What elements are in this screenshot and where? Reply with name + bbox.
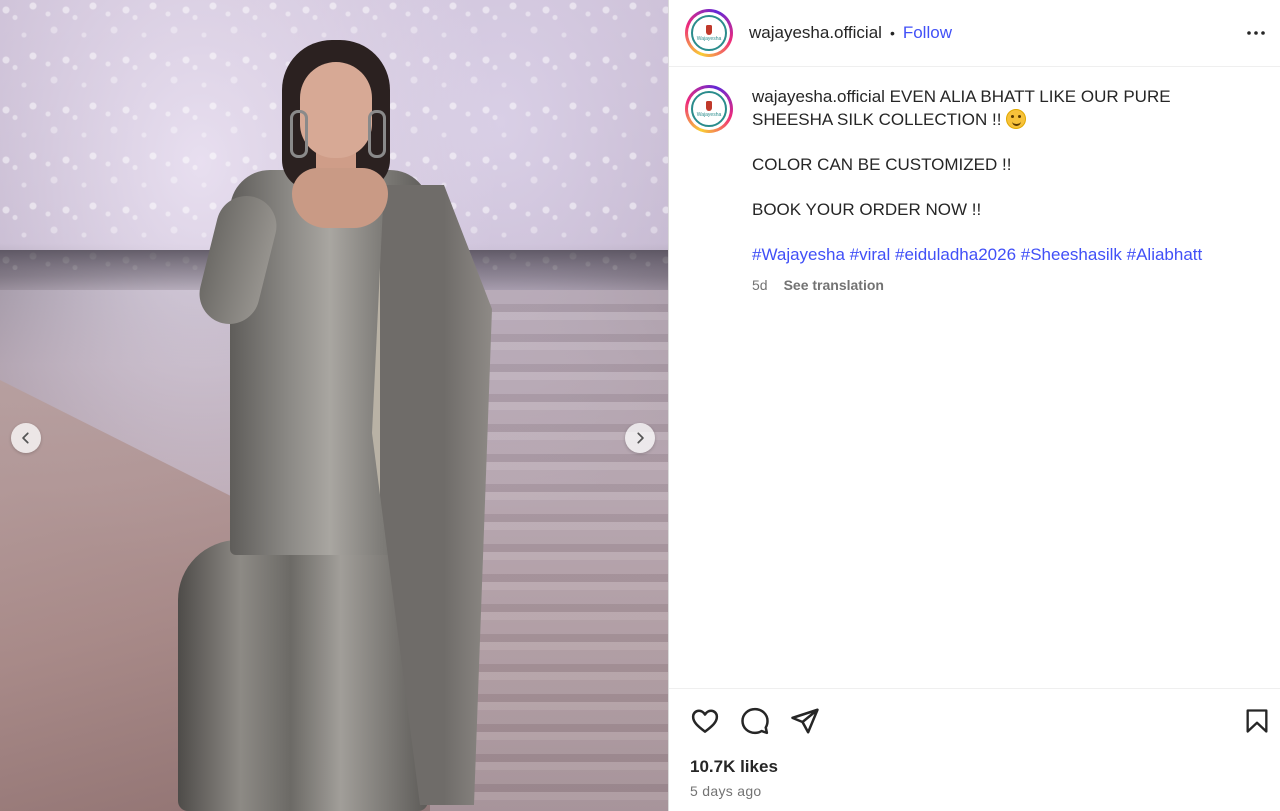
follow-button[interactable]: Follow: [903, 23, 952, 43]
hashtag-link[interactable]: #viral: [850, 245, 891, 264]
caption-line-1: wajayesha.official EVEN ALIA BHATT LIKE …: [752, 85, 1252, 131]
save-button[interactable]: [1241, 705, 1273, 737]
comment-button[interactable]: [739, 705, 771, 737]
heart-hands: [292, 168, 388, 228]
salwar: [178, 540, 428, 811]
chevron-right-icon: [637, 432, 644, 444]
caption-gap: [752, 131, 1252, 153]
logo-text: Wajayesha: [696, 35, 722, 42]
next-slide-button[interactable]: [625, 423, 655, 453]
caption-gap: [752, 221, 1252, 243]
likes-count[interactable]: 10.7K likes: [690, 757, 778, 777]
caption-avatar[interactable]: Wajayesha: [685, 85, 733, 133]
caption-text: wajayesha.official EVEN ALIA BHATT LIKE …: [752, 85, 1252, 297]
post-media[interactable]: [0, 0, 668, 811]
caption-logo-text: Wajayesha: [696, 111, 722, 118]
caption-line-2: COLOR CAN BE CUSTOMIZED !!: [752, 155, 1012, 174]
actions-divider: [669, 688, 1280, 689]
share-button[interactable]: [789, 705, 821, 737]
comment-icon: [741, 707, 769, 735]
caption-username[interactable]: wajayesha.official: [752, 87, 885, 106]
separator-dot: •: [889, 25, 895, 41]
hashtag-link[interactable]: #eiduladha2026: [895, 245, 1016, 264]
earring-left: [290, 110, 308, 158]
hashtag-list: #Wajayesha #viral #eiduladha2026 #Sheesh…: [752, 243, 1252, 266]
caption-meta: 5d See translation: [752, 274, 1252, 297]
bookmark-icon: [1246, 709, 1268, 733]
caption-line-3: BOOK YOUR ORDER NOW !!: [752, 200, 982, 219]
model-figure: [0, 0, 668, 811]
chevron-left-icon: [22, 432, 29, 444]
hashtag-link[interactable]: #Aliabhatt: [1127, 245, 1203, 264]
post-age-short[interactable]: 5d: [752, 274, 768, 297]
like-button[interactable]: [689, 705, 721, 737]
more-options-button[interactable]: [1244, 21, 1268, 45]
username-link[interactable]: wajayesha.official: [749, 23, 882, 43]
logo-mark: [706, 24, 712, 35]
caption-gap: [752, 176, 1252, 198]
post-age[interactable]: 5 days ago: [690, 783, 762, 799]
earring-right: [368, 110, 386, 158]
see-translation-button[interactable]: See translation: [784, 274, 884, 297]
action-bar: [689, 705, 1268, 739]
hashtag-link[interactable]: #Sheeshasilk: [1021, 245, 1122, 264]
more-options-icon: [1247, 31, 1265, 35]
hashtag-link[interactable]: #Wajayesha: [752, 245, 845, 264]
post-header: Wajayesha wajayesha.official • Follow: [669, 0, 1280, 67]
brand-logo: Wajayesha: [691, 15, 727, 51]
caption-logo-mark: [706, 100, 712, 111]
caption-brand-logo: Wajayesha: [691, 91, 727, 127]
face: [300, 62, 372, 158]
smiling-emoji-icon: [1006, 109, 1027, 129]
share-icon: [791, 708, 819, 734]
post-panel: Wajayesha wajayesha.official • Follow Wa…: [669, 0, 1280, 811]
heart-icon: [691, 709, 719, 733]
avatar[interactable]: Wajayesha: [685, 9, 733, 57]
caption-avatar-inner: Wajayesha: [688, 88, 730, 130]
prev-slide-button[interactable]: [11, 423, 41, 453]
caption-block: Wajayesha wajayesha.official EVEN ALIA B…: [669, 67, 1280, 297]
avatar-inner: Wajayesha: [688, 12, 730, 54]
